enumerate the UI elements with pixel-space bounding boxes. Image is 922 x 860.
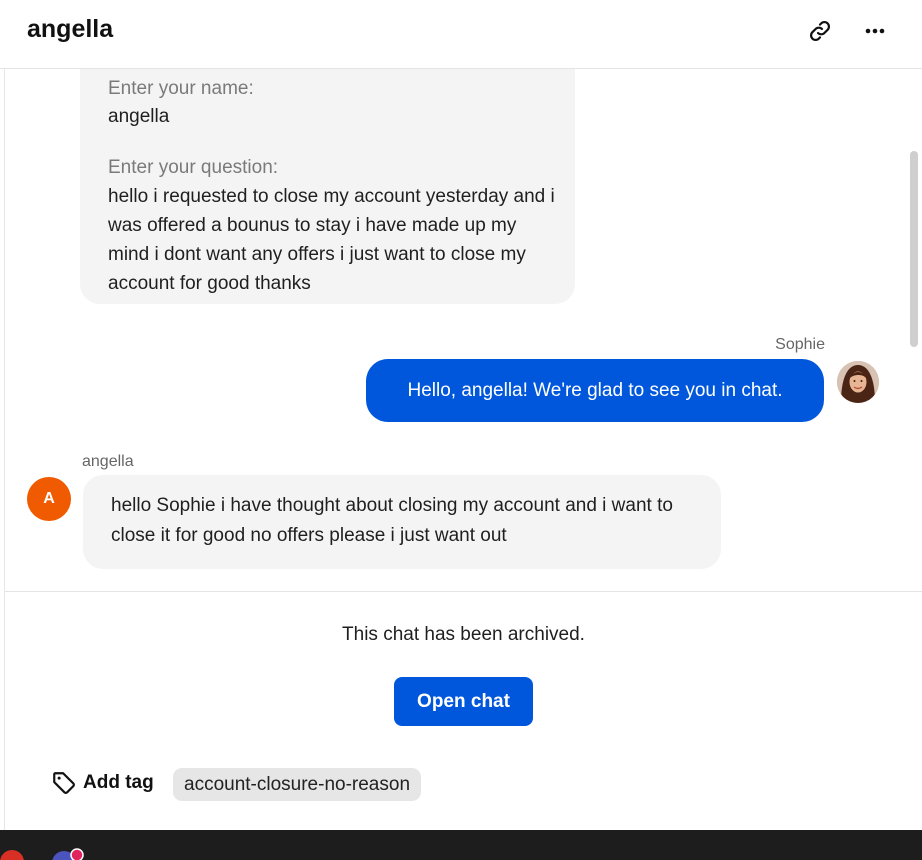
name-field-value: angella	[108, 106, 170, 127]
link-icon	[809, 20, 831, 42]
chat-header: angella	[0, 0, 922, 69]
agent-avatar	[837, 361, 879, 403]
add-tag-button[interactable]: Add tag	[51, 770, 154, 796]
tag-chip[interactable]: account-closure-no-reason	[173, 768, 422, 801]
question-field-value: hello i requested to close my account ye…	[108, 186, 555, 294]
more-options-button[interactable]	[858, 14, 892, 48]
notification-badge-icon	[70, 848, 84, 860]
visitor-author-name: angella	[82, 453, 134, 470]
agent-author-name: Sophie	[775, 336, 825, 353]
visitor-message-bubble: hello Sophie i have thought about closin…	[83, 475, 721, 569]
chrome-app-icon	[0, 850, 24, 860]
question-field-label: Enter your question:	[108, 157, 279, 178]
archived-notice: This chat has been archived.	[342, 624, 585, 645]
open-chat-button[interactable]: Open chat	[394, 677, 533, 726]
agent-message-text: Hello, angella! We're glad to see you in…	[407, 379, 783, 401]
tag-icon	[53, 772, 75, 794]
copy-link-button[interactable]	[803, 14, 837, 48]
visitor-avatar: A	[27, 477, 71, 521]
more-horizontal-icon	[865, 28, 885, 34]
message-list[interactable]: Enter your name: angella Enter your ques…	[5, 69, 922, 591]
chat-title: angella	[27, 15, 114, 43]
archived-footer: This chat has been archived. Open chat A…	[5, 591, 922, 831]
add-tag-label: Add tag	[83, 772, 154, 793]
name-field-label: Enter your name:	[108, 78, 254, 99]
agent-message-bubble: Hello, angella! We're glad to see you in…	[366, 359, 824, 422]
messages-scrollbar[interactable]	[910, 151, 918, 347]
os-taskbar	[0, 830, 922, 860]
prechat-form-message: Enter your name: angella Enter your ques…	[80, 69, 575, 304]
agent-photo-icon	[837, 361, 879, 403]
taskbar-app-icons	[0, 848, 84, 860]
visitor-message-text: hello Sophie i have thought about closin…	[111, 495, 673, 546]
